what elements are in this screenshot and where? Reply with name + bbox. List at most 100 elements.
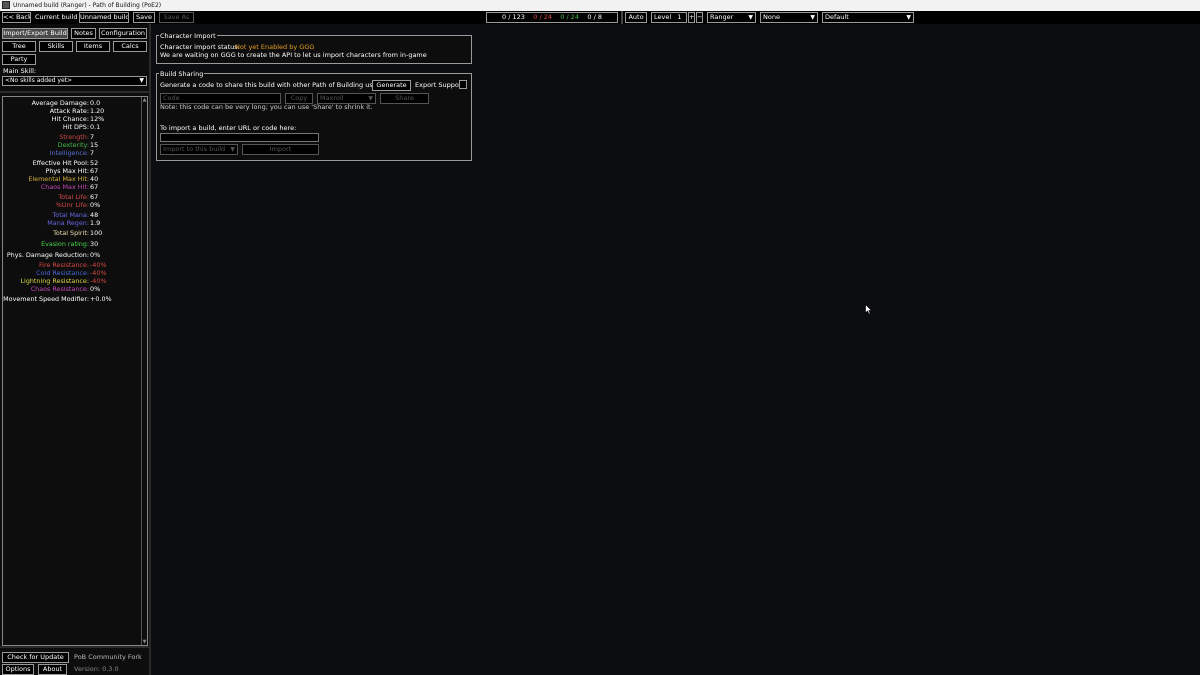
chevron-down-icon: ▼ — [230, 146, 235, 153]
toolbar-divider — [621, 11, 623, 24]
tab-skills[interactable]: Skills — [39, 41, 73, 52]
import-code-label: To import a build, enter URL or code her… — [160, 124, 297, 132]
main-skill-value: <No skills added yet> — [5, 77, 73, 84]
import-target-value: Import to this build — [163, 145, 226, 153]
tab-items[interactable]: Items — [76, 41, 110, 52]
stat-value: 40 — [90, 175, 99, 183]
window-title: Unnamed build (Ranger) - Path of Buildin… — [13, 2, 162, 9]
chevron-down-icon: ▼ — [748, 14, 753, 21]
stat-label: Mana Regen: — [47, 219, 89, 227]
stat-value: 0.1 — [90, 123, 101, 131]
stat-label: Strength: — [59, 133, 89, 141]
tab-configuration[interactable]: Configuration — [99, 28, 147, 39]
version-label: Version: 0.3.0 — [74, 665, 119, 673]
stat-value: 100 — [90, 229, 103, 237]
stat-value: 12% — [90, 115, 105, 123]
stat-label: %Unr Life: — [55, 201, 89, 209]
character-import-section: Character Import Character import status… — [156, 32, 472, 64]
stats-scrollbar[interactable]: ▲ ▼ — [141, 97, 147, 645]
level-decrease-button[interactable]: − — [696, 12, 703, 23]
current-build-label: Current build — [35, 13, 78, 21]
ascend-points-used: 0 — [533, 13, 538, 21]
chevron-down-icon: ▼ — [906, 14, 911, 21]
stat-label: Chaos Max Hit: — [40, 183, 89, 191]
points-counter: 0 / 123 0 / 24 0 / 24 0 / 8 — [486, 12, 618, 23]
stat-value: 1.20 — [90, 107, 105, 115]
stat-value: 48 — [90, 211, 99, 219]
main-skill-dropdown[interactable]: <No skills added yet> ▼ — [2, 76, 147, 86]
level-value: 1 — [677, 13, 682, 21]
stat-value: 0% — [90, 201, 101, 209]
stat-label: Effective Hit Pool: — [32, 159, 89, 167]
stat-label: Intelligence: — [49, 149, 89, 157]
stat-label: Dexterity: — [57, 141, 89, 149]
stat-value: 0% — [90, 285, 101, 293]
stat-value: 67 — [90, 183, 99, 191]
code-placeholder: Code — [163, 94, 180, 102]
stat-label: Average Damage: — [31, 99, 89, 107]
left-panel: Import/Export Build Notes Configuration … — [0, 24, 151, 675]
passive-points-total: 123 — [512, 13, 525, 21]
panel-divider — [0, 646, 151, 648]
check-update-button[interactable]: Check for Update — [2, 652, 69, 663]
ascendancy-points-total: 8 — [597, 13, 602, 21]
stat-label: Hit DPS: — [62, 123, 89, 131]
stat-value: 7 — [90, 149, 95, 157]
stat-label: Total Mana: — [52, 211, 89, 219]
tab-party[interactable]: Party — [2, 54, 36, 65]
tab-calcs[interactable]: Calcs — [113, 41, 147, 52]
generate-button[interactable]: Generate — [372, 80, 411, 91]
auto-level-button[interactable]: Auto — [625, 12, 647, 23]
share-note: Note: this code can be very long; you ca… — [160, 103, 373, 111]
level-increase-button[interactable]: + — [688, 12, 695, 23]
stat-value: 30 — [90, 240, 99, 248]
weapon-set-points-used: 0 — [560, 13, 565, 21]
stats-list[interactable]: ▲ ▼ Average Damage: 0.0 Attack Rate: 1.20 Hi… — [2, 96, 148, 646]
stat-label: Elemental Max Hit: — [28, 175, 89, 183]
level-label: Level — [654, 13, 672, 21]
stat-label: Hit Chance: — [51, 115, 89, 123]
import-button[interactable]: Import — [242, 144, 319, 155]
tab-notes[interactable]: Notes — [71, 28, 96, 39]
class-dropdown[interactable]: Ranger ▼ — [707, 12, 756, 23]
stat-label: Lightning Resistance: — [20, 277, 89, 285]
import-code-input[interactable] — [160, 133, 319, 142]
tab-import-export[interactable]: Import/Export Build — [2, 28, 68, 39]
ascendancy-dropdown[interactable]: None ▼ — [760, 12, 818, 23]
about-button[interactable]: About — [38, 664, 67, 675]
tab-tree[interactable]: Tree — [2, 41, 36, 52]
stat-value: 7 — [90, 133, 95, 141]
options-button[interactable]: Options — [2, 664, 34, 675]
back-button[interactable]: << Back — [2, 12, 31, 23]
app-icon — [2, 1, 10, 9]
chevron-down-icon: ▼ — [139, 77, 144, 84]
stat-label: Phys. Damage Reduction: — [6, 251, 89, 259]
stat-value: 1.9 — [90, 219, 101, 227]
scroll-down-icon[interactable]: ▼ — [142, 639, 147, 645]
stat-value: 52 — [90, 159, 99, 167]
save-as-button[interactable]: Save As — [159, 12, 194, 23]
import-status-value: Not yet Enabled by GGG — [235, 43, 315, 51]
generate-code-text: Generate a code to share this build with… — [160, 81, 385, 89]
tree-version-dropdown[interactable]: Default ▼ — [822, 12, 914, 23]
chevron-down-icon: ▼ — [368, 95, 373, 102]
stat-value: -40% — [90, 261, 107, 269]
export-support-checkbox[interactable] — [459, 80, 467, 89]
stat-value: -40% — [90, 277, 107, 285]
save-button[interactable]: Save — [133, 12, 155, 23]
character-import-legend: Character Import — [159, 32, 217, 40]
main-skill-label: Main Skill: — [3, 67, 37, 75]
import-status-message: We are waiting on GGG to create the API … — [160, 51, 427, 59]
stat-value: 67 — [90, 167, 99, 175]
passive-points-used: 0 — [502, 13, 507, 21]
build-name-field[interactable]: Unnamed build — [79, 12, 129, 23]
ascendancy-points-used: 0 — [587, 13, 592, 21]
scroll-up-icon[interactable]: ▲ — [142, 97, 147, 103]
stat-label: Total Life: — [58, 193, 89, 201]
build-sharing-section: Build Sharing Generate a code to share t… — [156, 70, 472, 161]
level-field[interactable]: Level 1 — [651, 12, 687, 23]
stat-label: Total Spirit: — [53, 229, 89, 237]
fork-label: PoB Community Fork — [74, 653, 142, 661]
import-target-dropdown[interactable]: Import to this build ▼ — [160, 144, 238, 155]
share-button[interactable]: Share — [380, 93, 429, 104]
